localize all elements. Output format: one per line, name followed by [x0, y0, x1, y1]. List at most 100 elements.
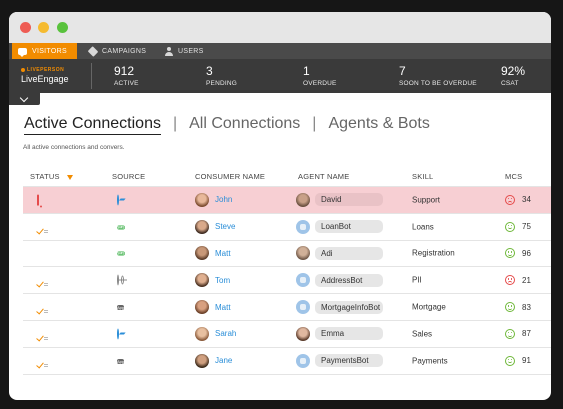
mcs-value: 91	[522, 356, 531, 366]
table-row[interactable]: App Matt MortgageInfoBot Mortgage 83	[23, 294, 551, 321]
skill-cell: Registration	[412, 248, 455, 258]
table-row[interactable]: John David Support 34	[23, 187, 551, 214]
tab-users[interactable]: USERS	[159, 43, 210, 59]
smiley-icon	[505, 302, 515, 313]
source-cell	[117, 274, 119, 286]
agent-cell: LoanBot	[296, 219, 383, 234]
stat-value: 92%	[501, 64, 526, 78]
tab-all-connections[interactable]: All Connections	[189, 115, 300, 133]
stat-pending[interactable]: 3 PENDING	[206, 64, 237, 87]
consumer-name-link[interactable]: Tom	[215, 276, 230, 285]
messenger-icon	[117, 194, 119, 206]
agent-name: MortgageInfoBot	[315, 300, 383, 314]
consumer-name-link[interactable]: Matt	[215, 303, 231, 312]
tab-campaigns[interactable]: CAMPAIGNS	[83, 43, 152, 59]
mcs-value: 87	[522, 329, 531, 339]
mcs-cell: 91	[505, 355, 531, 366]
col-status[interactable]: STATUS	[30, 172, 73, 181]
smiley-icon	[505, 221, 515, 232]
skill-cell: Loans	[412, 222, 434, 232]
avatar	[195, 326, 209, 341]
app-icon: App	[117, 358, 125, 364]
col-source[interactable]: SOURCE	[112, 172, 145, 181]
skill-cell: Mortgage	[412, 302, 446, 312]
tab-visitors[interactable]: VISITORS	[12, 43, 77, 59]
agent-name: LoanBot	[315, 220, 383, 234]
app-icon: App	[117, 305, 125, 311]
collapse-toggle-chevron-icon[interactable]	[9, 93, 40, 105]
agent-cell: MortgageInfoBot	[296, 300, 383, 315]
table-row[interactable]: SMS Matt Adi Registration 96	[23, 241, 551, 268]
avatar	[195, 219, 209, 234]
avatar	[195, 300, 209, 315]
stat-soon-overdue[interactable]: 7 SOON TO BE OVERDUE	[399, 64, 477, 87]
tag-icon	[87, 45, 99, 57]
user-icon	[165, 46, 173, 56]
web-icon	[117, 274, 119, 286]
skill-cell: Sales	[412, 329, 433, 339]
smiley-icon	[505, 248, 515, 259]
consumer-cell[interactable]: Sarah	[195, 326, 236, 341]
stat-value: 1	[303, 64, 310, 78]
agent-name: PaymentsBot	[315, 354, 383, 368]
bell-icon	[37, 194, 39, 206]
tab-campaigns-label: CAMPAIGNS	[102, 47, 147, 55]
mcs-cell: 83	[505, 302, 531, 313]
stat-csat[interactable]: 92% CSAT	[501, 64, 525, 87]
stat-label: SOON TO BE OVERDUE	[399, 80, 477, 87]
source-cell	[117, 328, 119, 340]
consumer-cell[interactable]: Jane	[195, 353, 232, 368]
close-window-button[interactable]	[20, 22, 31, 33]
filter-icon[interactable]	[66, 174, 73, 180]
col-consumer-name[interactable]: CONSUMER NAME	[195, 172, 265, 181]
stat-active[interactable]: 912 ACTIVE	[114, 64, 139, 87]
consumer-cell[interactable]: Tom	[195, 273, 230, 288]
col-mcs[interactable]: MCS	[505, 172, 522, 181]
source-cell: SMS	[117, 221, 125, 232]
tab-separator: |	[172, 115, 178, 132]
consumer-name-link[interactable]: Matt	[215, 249, 231, 258]
brand-dot-icon	[21, 68, 25, 72]
frown-icon	[505, 194, 515, 205]
maximize-window-button[interactable]	[57, 22, 68, 33]
avatar	[195, 246, 209, 261]
agent-name: David	[315, 193, 383, 207]
mcs-value: 34	[522, 195, 531, 205]
status-cell	[37, 194, 39, 206]
table-row[interactable]: Tom AddressBot PII 21	[23, 267, 551, 295]
minimize-window-button[interactable]	[38, 22, 49, 33]
mcs-cell: 21	[505, 275, 531, 286]
consumer-name-link[interactable]: Steve	[215, 222, 235, 231]
mcs-value: 83	[522, 302, 531, 312]
tab-agents-bots[interactable]: Agents & Bots	[328, 115, 429, 133]
brand-company: LIVEPERSON	[27, 67, 65, 73]
table-row[interactable]: SMS Steve LoanBot Loans 75	[23, 214, 551, 241]
stat-label: OVERDUE	[303, 80, 337, 87]
messenger-icon	[117, 328, 119, 340]
consumer-name-link[interactable]: John	[215, 195, 232, 204]
col-skill[interactable]: SKILL	[412, 172, 433, 181]
stat-overdue[interactable]: 1 OVERDUE	[303, 64, 337, 87]
agent-cell: Adi	[296, 246, 383, 261]
col-agent-name[interactable]: AGENT NAME	[298, 172, 349, 181]
consumer-cell[interactable]: Matt	[195, 300, 231, 315]
table-row[interactable]: App Jane PaymentsBot Payments 91	[23, 348, 551, 375]
table-row[interactable]: Sarah Emma Sales 87	[23, 321, 551, 348]
tab-active-connections[interactable]: Active Connections	[24, 115, 161, 135]
consumer-cell[interactable]: John	[195, 192, 232, 207]
stat-label: CSAT	[501, 80, 519, 87]
frown-icon	[505, 275, 515, 286]
mcs-cell: 87	[505, 328, 531, 339]
source-cell: App	[117, 356, 125, 366]
consumer-cell[interactable]: Steve	[195, 219, 235, 234]
consumer-name-link[interactable]: Sarah	[215, 329, 236, 338]
skill-cell: Support	[412, 195, 441, 205]
consumer-cell[interactable]: Matt	[195, 246, 231, 261]
mcs-value: 75	[522, 222, 531, 232]
connections-table: STATUS SOURCE CONSUMER NAME AGENT NAME S…	[23, 165, 551, 375]
skill-cell: PII	[412, 275, 422, 285]
agent-cell: PaymentsBot	[296, 353, 383, 368]
tab-users-label: USERS	[178, 47, 204, 55]
consumer-name-link[interactable]: Jane	[215, 356, 232, 365]
bot-avatar	[296, 300, 310, 315]
